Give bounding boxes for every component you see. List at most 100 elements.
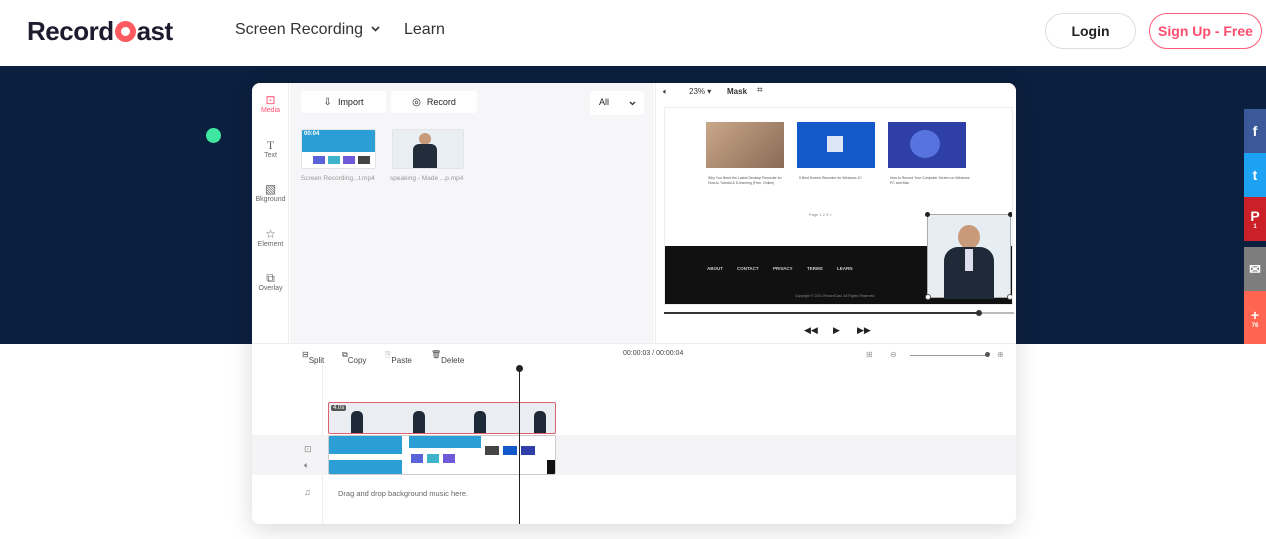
plus-icon: + — [1250, 306, 1260, 323]
zoom-slider[interactable] — [910, 355, 988, 356]
sidebar-item-label: Element — [257, 241, 284, 248]
sidebar-item-element[interactable]: ☆ Element — [252, 227, 289, 248]
music-note-icon: ♫ — [304, 487, 311, 497]
copy-button[interactable]: ⧉ Copy — [342, 350, 366, 365]
footer-link: PRIVACY — [773, 266, 793, 271]
copy-label: Copy — [347, 356, 367, 365]
share-count: 1 — [1253, 224, 1257, 230]
sidebar-item-label: Text — [264, 152, 277, 159]
music-drop-hint: Drag and drop background music here. — [338, 489, 469, 498]
zoom-out-icon[interactable]: ⊖ — [890, 350, 897, 359]
nav-screen-recording[interactable]: Screen Recording — [235, 21, 380, 39]
record-button[interactable]: ◎ Record — [391, 91, 477, 113]
play-icon[interactable]: ▶ — [833, 325, 840, 336]
split-button[interactable]: ⊟ Split — [302, 350, 324, 365]
twitter-icon: t — [1252, 167, 1258, 183]
timecode: 00:00:03 / 00:00:04 — [623, 350, 684, 357]
crop-icon[interactable]: ⌗ — [757, 85, 763, 96]
blog-card-image — [797, 122, 875, 168]
pagination: Page 1 2 3 » — [809, 212, 832, 217]
duration-badge: 00:04 — [304, 131, 320, 137]
media-icon: ⊡ — [265, 93, 276, 107]
timeline-toolbar: ⊟ Split ⧉ Copy ⎘ Paste 🗑︎ Delete 00:00:0… — [252, 343, 1016, 365]
media-file-name: Screen Recording...t.mp4 — [301, 175, 375, 182]
sidebar-item-text[interactable]: T Text — [252, 138, 289, 159]
media-file-name: speaking - Made ...p.mp4 — [390, 175, 464, 182]
record-label: Record — [426, 97, 456, 107]
media-filter-value: All — [599, 97, 610, 107]
image-track-icon: ⊡ — [304, 444, 312, 454]
nav-learn[interactable]: Learn — [404, 21, 445, 39]
chevron-down-icon — [370, 26, 380, 32]
media-panel: ⇩ Import ◎ Record All 00:04 Screen Recor… — [290, 83, 654, 343]
fit-icon[interactable]: ⊞ — [866, 350, 873, 359]
sidebar-item-media[interactable]: ⊡ Media — [252, 93, 289, 114]
zoom-value: 23% — [689, 87, 706, 96]
clip-duration: 4.0s — [331, 405, 347, 411]
blog-card-caption: Why You Need the Latest Desktop Recorder… — [708, 176, 782, 185]
zoom-slider-knob[interactable] — [985, 352, 990, 357]
more-share-button[interactable]: +76 — [1244, 291, 1266, 344]
pinterest-icon: P — [1250, 208, 1260, 224]
preview-canvas[interactable]: Why You Need the Latest Desktop Recorder… — [664, 107, 1013, 305]
sidebar-item-overlay[interactable]: ⧉ Overlay — [252, 271, 289, 292]
sidebar-item-background[interactable]: ▧ Bkground — [252, 182, 289, 203]
volume-icon[interactable]: 🔈︎ — [304, 460, 309, 471]
background-icon: ▧ — [264, 182, 277, 196]
chevron-down-icon — [629, 101, 636, 106]
import-button[interactable]: ⇩ Import — [301, 91, 386, 113]
text-icon: T — [266, 138, 275, 152]
blog-card-caption: How to Record Your Computer Screen on Wi… — [890, 176, 970, 185]
media-thumb-speaking[interactable] — [392, 129, 464, 169]
split-label: Split — [308, 356, 325, 365]
facebook-share-button[interactable]: f — [1244, 109, 1266, 153]
volume-icon[interactable]: 🔈︎ — [663, 87, 668, 97]
blog-card-image — [706, 122, 784, 168]
fast-forward-icon[interactable]: ▶▶ — [857, 325, 871, 336]
login-button[interactable]: Login — [1045, 13, 1136, 49]
blog-card-image — [888, 122, 966, 168]
overlay-icon: ⧉ — [266, 271, 275, 285]
zoom-in-icon[interactable]: ⊕ — [997, 350, 1004, 359]
email-share-button[interactable]: ✉ — [1244, 247, 1266, 291]
recordcast-logo[interactable]: Record ast — [27, 16, 173, 47]
screen-recording-clip[interactable] — [328, 435, 556, 475]
share-count: 76 — [1251, 322, 1259, 329]
playback-progress-fill — [664, 312, 979, 314]
email-icon: ✉ — [1249, 260, 1261, 277]
editor-sidebar: ⊡ Media T Text ▧ Bkground ☆ Element ⧉ Ov… — [252, 83, 289, 343]
playhead[interactable] — [516, 365, 523, 524]
logo-suffix: ast — [136, 16, 174, 46]
sidebar-item-label: Media — [260, 107, 281, 114]
star-icon: ☆ — [265, 227, 276, 241]
sidebar-item-label: Bkground — [255, 196, 286, 203]
playback-progress[interactable] — [664, 310, 1014, 316]
top-navbar: Record ast Screen Recording Learn Login S… — [0, 0, 1266, 66]
speaker-clip[interactable]: 4.0s — [328, 402, 556, 434]
facebook-icon: f — [1252, 123, 1258, 139]
import-icon: ⇩ — [323, 96, 332, 108]
decorative-green-dot — [206, 128, 221, 143]
zoom-select[interactable]: 23% ▾ — [689, 87, 711, 96]
blog-card-caption: 5 Best Screen Recorder for Windows 10 — [799, 176, 862, 180]
signup-button[interactable]: Sign Up - Free — [1149, 13, 1262, 49]
editor-mockup: ⊡ Media T Text ▧ Bkground ☆ Element ⧉ Ov… — [252, 83, 1016, 524]
playback-progress-knob[interactable] — [976, 310, 982, 316]
media-thumb-screen-recording[interactable]: 00:04 — [301, 129, 376, 169]
paste-label: Paste — [391, 356, 412, 365]
media-filter-select[interactable]: All — [590, 91, 644, 115]
footer-link: CONTACT — [737, 266, 759, 271]
rewind-icon[interactable]: ◀◀ — [804, 325, 818, 336]
pinterest-share-button[interactable]: P1 — [1244, 197, 1266, 241]
mask-button[interactable]: Mask — [727, 87, 747, 96]
import-label: Import — [337, 97, 364, 107]
preview-panel: 🔈︎ 23% ▾ Mask ⌗ Why You Need the Latest … — [655, 83, 1016, 343]
delete-button[interactable]: 🗑︎ Delete — [431, 350, 464, 365]
twitter-share-button[interactable]: t — [1244, 153, 1266, 197]
delete-label: Delete — [441, 356, 465, 365]
footer-copyright: Copyright © 2021 RecordCast. All Rights … — [795, 294, 876, 298]
logo-c-icon — [114, 21, 136, 42]
footer-link: ABOUT — [707, 266, 723, 271]
paste-button[interactable]: ⎘ Paste — [385, 350, 412, 365]
speaker-overlay[interactable] — [925, 212, 1012, 300]
